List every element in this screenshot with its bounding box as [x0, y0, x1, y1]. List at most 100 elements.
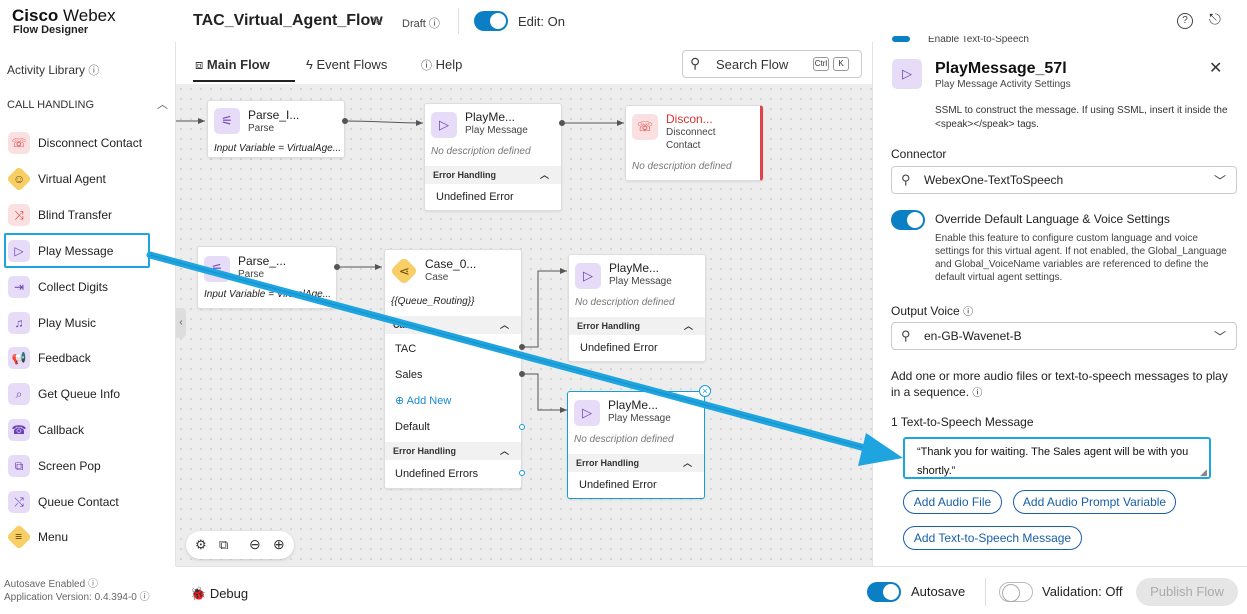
output-port[interactable]	[519, 344, 525, 350]
case-row-sales: Sales	[395, 369, 423, 381]
node-title: PlayMe...	[465, 110, 516, 124]
output-voice-select[interactable]: ⚲ en-GB-Wavenet-B ﹀	[891, 322, 1237, 350]
zoom-out-icon[interactable]: ⊖	[249, 536, 261, 553]
info-icon: ⓘ	[963, 307, 974, 318]
node-type: Play Message	[609, 276, 672, 287]
output-port[interactable]	[334, 264, 340, 270]
node-type: Contact	[666, 140, 701, 151]
autosave-label: Autosave	[911, 584, 966, 599]
chevron-up-icon: ︿	[499, 320, 509, 330]
connector-line	[522, 373, 567, 411]
output-port[interactable]	[559, 120, 565, 126]
validation-label: Validation: Off	[1042, 584, 1123, 599]
node-description: No description defined	[575, 297, 675, 308]
copy-icon[interactable]: ⧉	[219, 537, 228, 553]
phone-hangup-icon: ☏	[632, 114, 658, 140]
node-title: PlayMe...	[609, 261, 660, 275]
settings-icon[interactable]: ⚙	[195, 537, 207, 553]
node-type: Parse	[238, 269, 265, 280]
node-type: Case	[425, 272, 449, 283]
error-handling-section: Error Handling ︿	[569, 317, 705, 335]
chevron-up-icon: ︿	[683, 321, 693, 331]
node-description: Input Variable = VirtualAge...	[204, 289, 332, 300]
error-handling-section: Error Handling ︿	[425, 166, 561, 184]
debug-button[interactable]: 🐞 Debug	[190, 586, 248, 602]
connector-label: Connector	[891, 147, 947, 161]
ssml-note: SSML to construct the message. If using …	[935, 105, 1228, 130]
connector-select[interactable]: ⚲ WebexOne-TextToSpeech ﹀	[891, 166, 1237, 194]
override-label: Override Default Language & Voice Settin…	[935, 212, 1170, 226]
override-toggle[interactable]	[891, 210, 925, 230]
add-new-link[interactable]: ⊕ Add New	[395, 394, 451, 407]
resize-handle-icon[interactable]: ◢	[1200, 467, 1207, 478]
override-description: Enable this feature to configure custom …	[935, 233, 1227, 283]
parse-icon: ⚟	[214, 108, 240, 134]
play-icon: ▷	[431, 112, 457, 138]
validation-toggle[interactable]	[999, 582, 1033, 602]
node-description: No description defined	[632, 161, 732, 172]
tts-message-label: 1 Text-to-Speech Message	[891, 415, 1034, 429]
bug-icon: 🐞	[190, 586, 207, 601]
error-handling-section: Error Handling ︿	[568, 454, 704, 472]
search-icon: ⚲	[901, 172, 911, 187]
play-icon: ▷	[892, 59, 922, 89]
node-description: {{Queue_Routing}}	[391, 296, 475, 307]
close-icon[interactable]: ✕	[1209, 58, 1222, 78]
case-icon: ⋖	[389, 256, 419, 286]
node-case[interactable]: ⋖ Case_0... Case {{Queue_Routing}} Case ︿…	[384, 249, 522, 489]
delete-node-icon[interactable]: ×	[699, 385, 711, 397]
output-port[interactable]	[519, 371, 525, 377]
zoom-in-icon[interactable]: ⊕	[273, 536, 285, 553]
connector-line	[522, 270, 567, 348]
add-tts-message-button[interactable]: Add Text-to-Speech Message	[903, 526, 1082, 550]
node-type: Disconnect	[666, 127, 716, 138]
chevron-down-icon: ﹀	[1213, 174, 1226, 188]
play-icon: ▷	[575, 263, 601, 289]
chevron-up-icon: ︿	[499, 446, 509, 456]
node-title: PlayMe...	[608, 398, 659, 412]
node-play-message-2[interactable]: ▷ PlayMe... Play Message No description …	[568, 254, 706, 362]
tts-message-textarea[interactable]: “Thank you for waiting. The Sales agent …	[903, 437, 1211, 479]
error-row: Undefined Error	[436, 191, 514, 203]
node-type: Play Message	[465, 125, 528, 136]
node-description: No description defined	[431, 146, 531, 157]
add-audio-prompt-variable-button[interactable]: Add Audio Prompt Variable	[1013, 490, 1176, 514]
node-parse-1[interactable]: ⚟ Parse_I... Parse Input Variable = Virt…	[207, 100, 345, 158]
node-title: Parse_I...	[248, 108, 300, 122]
output-port[interactable]	[342, 118, 348, 124]
info-icon: ⓘ	[972, 388, 983, 399]
add-audio-file-button[interactable]: Add Audio File	[903, 490, 1002, 514]
node-disconnect-contact[interactable]: ☏ Discon... Disconnect Contact No descri…	[625, 105, 763, 181]
output-port[interactable]	[519, 424, 525, 430]
node-title: Case_0...	[425, 257, 477, 271]
node-type: Play Message	[608, 413, 671, 424]
error-row: Undefined Error	[580, 342, 658, 354]
add-messages-note: Add one or more audio files or text-to-s…	[891, 369, 1228, 399]
clipped-setting: Enable Text-to-Speech	[892, 36, 1232, 44]
error-handling-section: Error Handling ︿	[385, 442, 521, 460]
error-row: Undefined Error	[579, 479, 657, 491]
node-title: Parse_...	[238, 254, 287, 268]
autosave-toggle[interactable]	[867, 582, 901, 602]
error-row: Undefined Errors	[395, 468, 479, 480]
play-icon: ▷	[574, 400, 600, 426]
node-play-message-1[interactable]: ▷ PlayMe... Play Message No description …	[424, 103, 562, 211]
parse-icon: ⚟	[204, 256, 230, 282]
plus-icon: ⊕	[395, 395, 405, 407]
node-parse-2[interactable]: ⚟ Parse_... Parse Input Variable = Virtu…	[197, 246, 337, 309]
node-type: Parse	[248, 123, 275, 134]
node-play-message-3[interactable]: ▷ PlayMe... Play Message No description …	[567, 391, 705, 499]
chevron-down-icon: ﹀	[1213, 330, 1226, 344]
publish-flow-button[interactable]: Publish Flow	[1136, 578, 1238, 606]
chevron-up-icon: ︿	[682, 458, 692, 468]
connector-line	[344, 120, 424, 124]
output-voice-label: Output Voice ⓘ	[891, 304, 974, 318]
node-title: Discon...	[666, 112, 713, 126]
panel-subtitle: Play Message Activity Settings	[935, 79, 1071, 90]
output-port[interactable]	[519, 470, 525, 476]
voice-value: en-GB-Wavenet-B	[924, 329, 1022, 343]
node-description: Input Variable = VirtualAge...	[214, 143, 342, 154]
chevron-up-icon: ︿	[539, 170, 549, 180]
case-section: Case ︿	[385, 316, 521, 334]
search-icon: ⚲	[901, 328, 911, 343]
